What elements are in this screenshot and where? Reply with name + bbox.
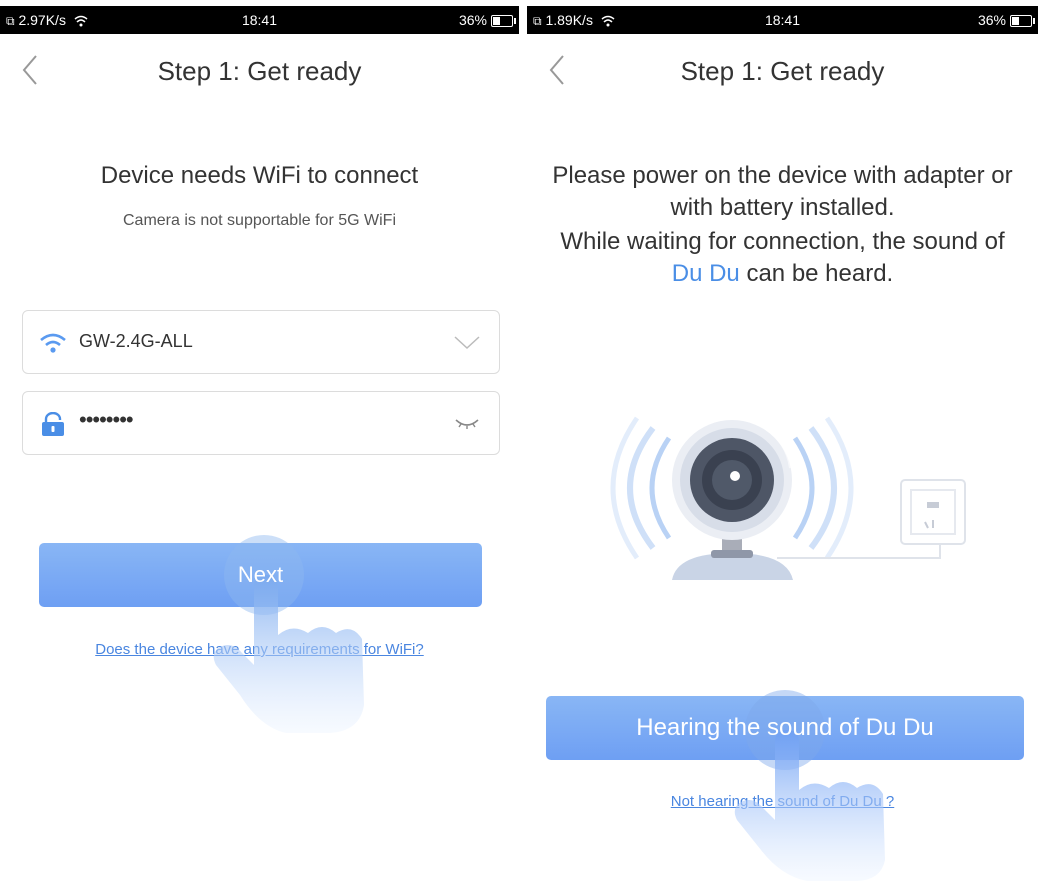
camera-illustration	[610, 416, 966, 580]
status-bar: ⧉ 1.89K/s 18:41 36%	[527, 6, 1038, 34]
page-title: Step 1: Get ready	[680, 56, 885, 86]
power-socket-icon	[900, 479, 966, 545]
chevron-down-icon[interactable]	[453, 331, 481, 353]
du-du-highlight: Du Du	[671, 260, 740, 287]
header: Step 1: Get ready	[0, 34, 519, 106]
wifi-password-field[interactable]: ••••••••	[22, 391, 500, 455]
instruction-line-1: Please power on the device with adapter …	[552, 162, 1013, 189]
wifi-select-field[interactable]: GW-2.4G-ALL	[22, 310, 500, 374]
page-title: Step 1: Get ready	[157, 56, 362, 86]
eye-closed-icon[interactable]	[453, 412, 481, 434]
screen-power-on: ⧉ 1.89K/s 18:41 36% Step 1: Get ready Pl…	[527, 0, 1038, 881]
status-battery-percent: 36%	[458, 12, 487, 28]
instruction-line-2: with battery installed.	[670, 194, 895, 221]
status-time: 18:41	[241, 12, 278, 28]
password-value: ••••••••	[79, 407, 134, 432]
status-bar: ⧉ 2.97K/s 18:41 36%	[0, 6, 519, 34]
instruction-line-3: While waiting for connection, the sound …	[560, 228, 1005, 255]
screen-wifi-setup: ⧉ 2.97K/s 18:41 36% Step 1: Get ready De…	[0, 0, 519, 881]
lock-icon	[42, 412, 64, 436]
header: Step 1: Get ready	[527, 34, 1038, 106]
wifi-icon	[40, 333, 66, 353]
instruction-line-4: Du Du can be heard.	[671, 260, 894, 287]
wifi-ssid: GW-2.4G-ALL	[79, 331, 193, 351]
status-battery-percent: 36%	[977, 12, 1006, 28]
status-time: 18:41	[764, 12, 801, 28]
battery-icon	[491, 15, 516, 27]
section-heading: Device needs WiFi to connect	[100, 162, 419, 189]
battery-icon	[1010, 15, 1035, 27]
section-subheading: Camera is not supportable for 5G WiFi	[123, 212, 396, 229]
hand-pointer-icon	[213, 535, 364, 733]
